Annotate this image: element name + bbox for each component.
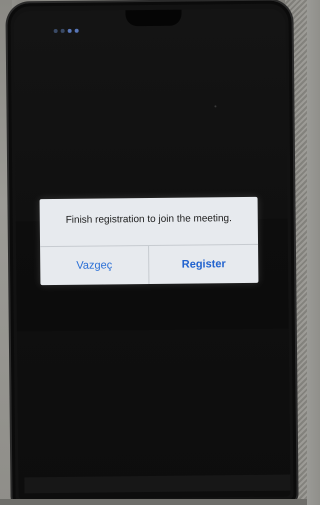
status-icon	[67, 28, 72, 33]
navigation-bar	[24, 474, 291, 494]
dialog-message: Finish registration to join the meeting.	[65, 213, 232, 226]
status-icon	[60, 28, 65, 33]
cancel-button[interactable]: Vazgeç	[40, 246, 148, 285]
bottom-surface	[0, 499, 307, 505]
camera-notch	[125, 8, 182, 27]
registration-dialog: Finish registration to join the meeting.…	[39, 196, 259, 286]
status-icon	[74, 28, 79, 33]
screen-speck	[214, 105, 217, 108]
register-button[interactable]: Register	[149, 245, 258, 284]
status-icon	[53, 28, 58, 34]
status-bar-left	[53, 28, 79, 34]
